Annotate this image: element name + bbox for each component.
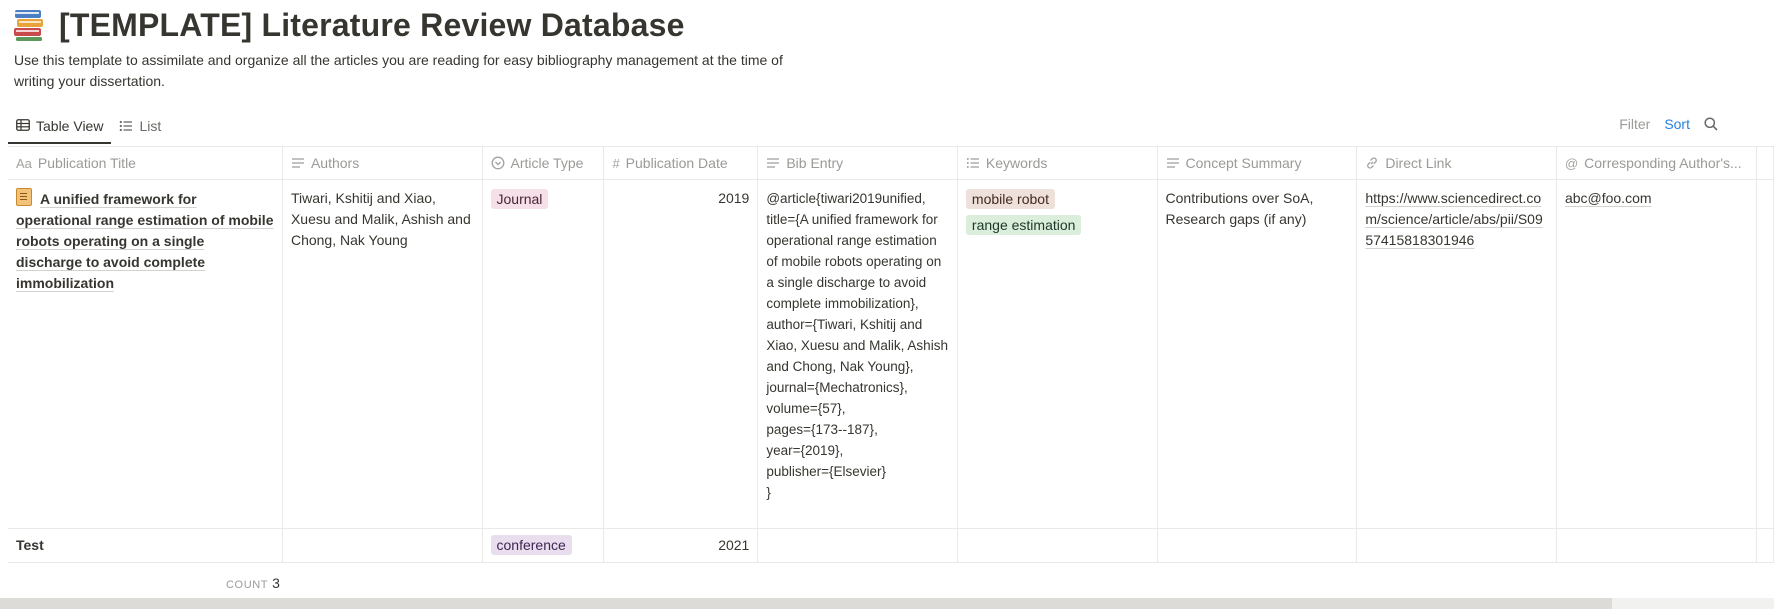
column-header-article-type[interactable]: Article Type	[482, 147, 605, 180]
cell-publication-title[interactable]: A unified framework for operational rang…	[8, 179, 283, 529]
column-header-authors[interactable]: Authors	[282, 147, 483, 180]
link-property-icon	[1365, 156, 1379, 170]
column-header-publication-date[interactable]: # Publication Date	[603, 147, 759, 180]
text-property-icon	[291, 157, 305, 169]
books-icon[interactable]	[12, 8, 46, 42]
cell-authors[interactable]	[282, 528, 483, 563]
cell-article-type[interactable]: conference	[482, 528, 605, 563]
sort-button[interactable]: Sort	[1664, 116, 1690, 132]
search-icon[interactable]	[1704, 117, 1718, 131]
filter-button[interactable]: Filter	[1619, 116, 1650, 132]
page-icon	[16, 188, 32, 206]
cell-overflow	[1756, 179, 1774, 529]
cell-corresponding-author[interactable]: abc@foo.com	[1556, 179, 1757, 529]
table-header-row: Aa Publication Title Authors Article Type…	[8, 147, 1774, 180]
title-property-icon: Aa	[16, 155, 32, 171]
publication-title-link[interactable]: A unified framework for operational rang…	[16, 191, 273, 291]
cell-concept-summary[interactable]: Contributions over SoA, Research gaps (i…	[1157, 179, 1358, 529]
text-property-icon	[1166, 157, 1180, 169]
horizontal-scrollbar-thumb[interactable]	[0, 598, 1612, 609]
tab-list-label: List	[139, 118, 162, 134]
column-header-corresponding-author[interactable]: @ Corresponding Author's...	[1556, 147, 1757, 180]
view-tabs: Table View List	[8, 112, 169, 146]
select-property-icon	[491, 156, 505, 170]
cell-corresponding-author[interactable]	[1556, 528, 1757, 563]
cell-bib-entry[interactable]: @article{tiwari2019unified, title={A uni…	[757, 179, 958, 529]
cell-concept-summary[interactable]	[1157, 528, 1358, 563]
cell-direct-link[interactable]: https://www.sciencedirect.com/science/ar…	[1356, 179, 1557, 529]
page-description[interactable]: Use this template to assimilate and orga…	[14, 50, 814, 92]
cell-article-type[interactable]: Journal	[482, 179, 605, 529]
cell-direct-link[interactable]	[1356, 528, 1557, 563]
column-header-keywords[interactable]: Keywords	[957, 147, 1158, 180]
article-type-tag: Journal	[490, 189, 549, 209]
column-header-publication-title[interactable]: Aa Publication Title	[8, 147, 283, 180]
cell-publication-date[interactable]: 2019	[603, 179, 759, 529]
cell-keywords[interactable]: mobile robot range estimation	[957, 179, 1158, 529]
column-header-direct-link[interactable]: Direct Link	[1356, 147, 1557, 180]
article-type-tag: conference	[490, 535, 572, 555]
column-header-overflow	[1756, 147, 1774, 180]
table-row[interactable]	[8, 562, 1774, 563]
tab-table-view[interactable]: Table View	[8, 112, 112, 144]
tab-list[interactable]: List	[111, 112, 169, 140]
multiselect-property-icon	[966, 157, 980, 169]
view-actions: Filter Sort	[1619, 116, 1718, 132]
column-header-concept-summary[interactable]: Concept Summary	[1157, 147, 1358, 180]
cell-publication-date[interactable]: 2021	[603, 528, 759, 563]
number-property-icon: #	[612, 155, 620, 171]
table-row[interactable]: A unified framework for operational rang…	[8, 179, 1774, 529]
cell-overflow	[1756, 528, 1774, 563]
cell-publication-title[interactable]: Test	[8, 528, 283, 563]
table-row[interactable]: Test conference 2021	[8, 528, 1774, 563]
email-property-icon: @	[1564, 155, 1579, 171]
tab-table-view-label: Table View	[36, 118, 104, 134]
page-header: [TEMPLATE] Literature Review Database	[12, 3, 685, 47]
count-value: 3	[272, 575, 280, 591]
list-icon	[119, 119, 133, 133]
column-header-bib-entry[interactable]: Bib Entry	[757, 147, 958, 180]
text-property-icon	[766, 157, 780, 169]
cell-keywords[interactable]	[957, 528, 1158, 563]
keyword-tag: mobile robot	[965, 189, 1055, 209]
cell-authors[interactable]: Tiwari, Kshitij and Xiao, Xuesu and Mali…	[282, 179, 483, 529]
database-table: Aa Publication Title Authors Article Type…	[8, 146, 1774, 563]
table-icon	[16, 118, 30, 132]
page-title[interactable]: [TEMPLATE] Literature Review Database	[59, 7, 685, 44]
keyword-tag: range estimation	[965, 215, 1082, 235]
cell-bib-entry[interactable]	[757, 528, 958, 563]
email-link[interactable]: abc@foo.com	[1565, 190, 1652, 206]
count-label: COUNT	[226, 579, 269, 591]
direct-link[interactable]: https://www.sciencedirect.com/science/ar…	[1365, 190, 1542, 248]
publication-title-link[interactable]: Test	[16, 537, 44, 553]
row-count[interactable]: COUNT 3	[226, 575, 280, 591]
